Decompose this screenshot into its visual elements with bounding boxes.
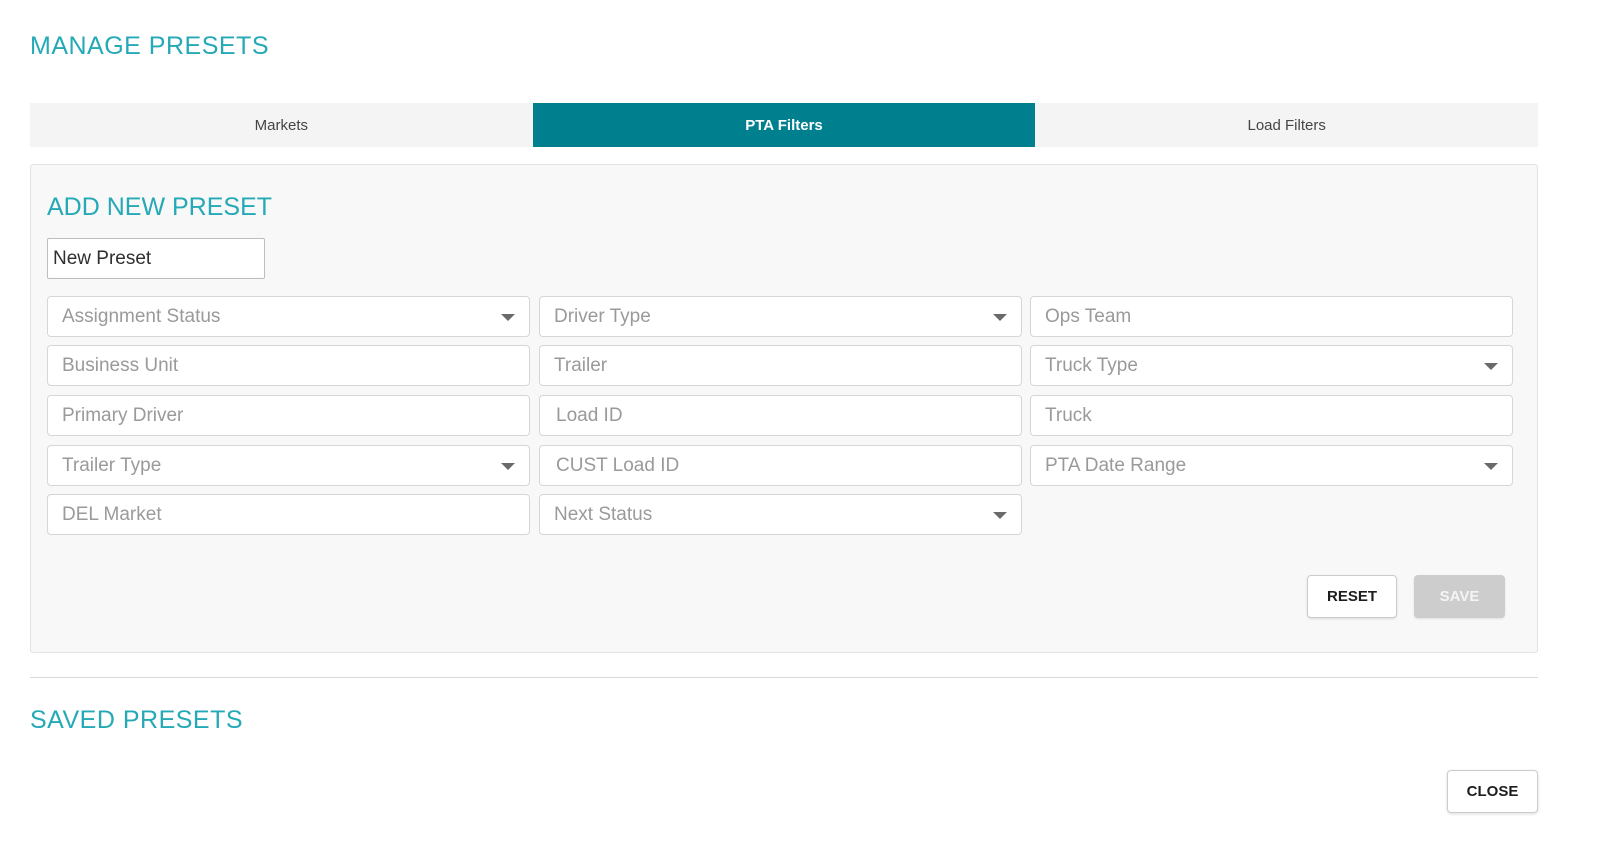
chevron-down-icon <box>993 512 1007 519</box>
truck-type-placeholder: Truck Type <box>1045 355 1138 376</box>
add-preset-title: ADD NEW PRESET <box>47 193 273 221</box>
ops-team-field <box>1030 296 1513 337</box>
chevron-down-icon <box>1484 363 1498 370</box>
saved-presets-title: SAVED PRESETS <box>30 706 244 734</box>
chevron-down-icon <box>1484 463 1498 470</box>
save-button[interactable]: SAVE <box>1414 575 1505 618</box>
assignment-status-placeholder: Assignment Status <box>62 306 221 327</box>
section-divider <box>30 677 1538 678</box>
truck-input[interactable] <box>1031 396 1512 435</box>
truck-type-select[interactable]: Truck Type <box>1030 345 1513 386</box>
ops-team-input[interactable] <box>1031 297 1512 336</box>
truck-field <box>1030 395 1513 436</box>
tab-load-filters[interactable]: Load Filters <box>1035 103 1538 147</box>
add-preset-panel: ADD NEW PRESET Assignment Status Driver … <box>30 164 1538 653</box>
primary-driver-input[interactable] <box>48 396 529 435</box>
business-unit-field <box>47 345 530 386</box>
chevron-down-icon <box>501 314 515 321</box>
trailer-input[interactable] <box>540 346 1021 385</box>
trailer-type-select[interactable]: Trailer Type <box>47 445 530 486</box>
reset-button[interactable]: RESET <box>1307 575 1397 618</box>
preset-tabs: Markets PTA Filters Load Filters <box>30 103 1538 147</box>
next-status-placeholder: Next Status <box>554 504 653 525</box>
chevron-down-icon <box>993 314 1007 321</box>
chevron-down-icon <box>501 463 515 470</box>
pta-date-range-select[interactable]: PTA Date Range <box>1030 445 1513 486</box>
close-button[interactable]: CLOSE <box>1447 770 1538 813</box>
del-market-field <box>47 494 530 535</box>
trailer-field <box>539 345 1022 386</box>
cust-load-id-field <box>539 445 1022 486</box>
manage-presets-dialog: MANAGE PRESETS Markets PTA Filters Load … <box>0 0 1600 858</box>
driver-type-placeholder: Driver Type <box>554 306 651 327</box>
load-id-field <box>539 395 1022 436</box>
preset-name-input[interactable] <box>47 238 265 279</box>
assignment-status-select[interactable]: Assignment Status <box>47 296 530 337</box>
pta-date-range-placeholder: PTA Date Range <box>1045 455 1187 476</box>
del-market-input[interactable] <box>48 495 529 534</box>
page-title: MANAGE PRESETS <box>30 32 269 60</box>
primary-driver-field <box>47 395 530 436</box>
tab-markets[interactable]: Markets <box>30 103 533 147</box>
tab-pta-filters[interactable]: PTA Filters <box>532 103 1036 147</box>
driver-type-select[interactable]: Driver Type <box>539 296 1022 337</box>
next-status-select[interactable]: Next Status <box>539 494 1022 535</box>
cust-load-id-input[interactable] <box>540 446 1021 485</box>
load-id-input[interactable] <box>540 396 1021 435</box>
business-unit-input[interactable] <box>48 346 529 385</box>
trailer-type-placeholder: Trailer Type <box>62 455 162 476</box>
